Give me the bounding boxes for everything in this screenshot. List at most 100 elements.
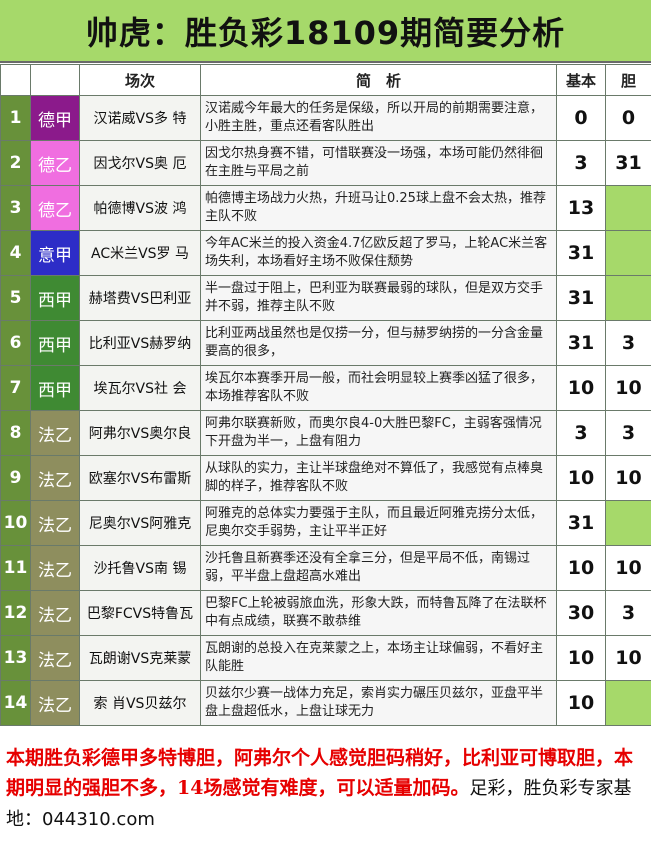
row-number: 9	[0, 455, 31, 501]
match-brief: 半一盘过于阻上，巴利亚为联赛最弱的球队，但是双方交手并不弱，推荐主队不败	[200, 275, 557, 321]
header-number	[0, 64, 31, 96]
row-number: 8	[0, 410, 31, 456]
header-base: 基本	[556, 64, 606, 96]
match-brief: 比利亚两战虽然也是仅捞一分，但与赫罗纳捞的一分含金量要高的很多，	[200, 320, 557, 366]
base-pick: 13	[556, 185, 606, 231]
match-brief: 埃瓦尔本赛季开局一般，而社会明显较上赛季凶猛了很多，本场推荐客队不败	[200, 365, 557, 411]
match-brief: 巴黎FC上轮被弱旅血洗，形象大跌，而特鲁瓦降了在法联杯中有点成绩，联赛不敢恭维	[200, 590, 557, 636]
match-name: 汉诺威VS多 特	[79, 95, 201, 141]
base-pick: 10	[556, 680, 606, 726]
base-pick: 3	[556, 140, 606, 186]
match-name: 欧塞尔VS布雷斯	[79, 455, 201, 501]
table-row: 14 法乙索 肖VS贝兹尔 贝兹尔少赛一战体力充足，索肖实力碾压贝兹尔，亚盘平半盘上…	[0, 680, 651, 726]
footer-summary: 本期胜负彩德甲多特博胆，阿弗尔个人感觉胆码稍好，比利亚可博取胆，本期明显的强胆不…	[0, 740, 651, 846]
league-badge: 法乙	[30, 455, 80, 501]
table-row: 1 德甲 汉诺威VS多 特汉诺威今年最大的任务是保级，所以开局的前期需要注意，小胜主…	[0, 95, 651, 141]
league-badge: 法乙	[30, 590, 80, 636]
match-name: 沙托鲁VS南 锡	[79, 545, 201, 591]
match-brief: 瓦朗谢的总投入在克莱蒙之上，本场主让球偏弱，不看好主队能胜	[200, 635, 557, 681]
row-number: 12	[0, 590, 31, 636]
table-row: 5 西甲 赫塔费VS巴利亚 半一盘过于阻上，巴利亚为联赛最弱的球队，但是双方交手并不弱…	[0, 275, 651, 321]
dan-pick: 3	[605, 410, 651, 456]
row-number: 10	[0, 500, 31, 546]
league-badge: 德乙	[30, 140, 80, 186]
row-number: 7	[0, 365, 31, 411]
match-name: 帕德博VS波 鸿	[79, 185, 201, 231]
row-number: 11	[0, 545, 31, 591]
match-name: 赫塔费VS巴利亚	[79, 275, 201, 321]
league-badge: 法乙	[30, 500, 80, 546]
base-pick: 10	[556, 545, 606, 591]
league-badge: 法乙	[30, 635, 80, 681]
table-row: 4 意甲 AC米兰VS罗 马今年AC米兰的投入资金4.7亿欧反超了罗马，上轮AC米兰…	[0, 230, 651, 276]
dan-pick	[605, 185, 651, 231]
match-name: 巴黎FCVS特鲁瓦	[79, 590, 201, 636]
match-brief: 帕德博主场战力火热，升班马让0.25球上盘不会太热，推荐主队不败	[200, 185, 557, 231]
row-number: 2	[0, 140, 31, 186]
match-name: 比利亚VS赫罗纳	[79, 320, 201, 366]
table-row: 3 德乙 帕德博VS波 鸿帕德博主场战力火热，升班马让0.25球上盘不会太热，推荐主…	[0, 185, 651, 231]
page: 帅虎：胜负彩18109期简要分析 场次 简 析 基本 胆 1 德甲 汉诺威VS多 特…	[0, 0, 651, 846]
match-brief: 今年AC米兰的投入资金4.7亿欧反超了罗马，上轮AC米兰客场失利，本场看好主场不…	[200, 230, 557, 276]
base-pick: 31	[556, 230, 606, 276]
base-pick: 10	[556, 635, 606, 681]
match-name: 因戈尔VS奥 厄	[79, 140, 201, 186]
header-dan: 胆	[605, 64, 651, 96]
dan-pick: 3	[605, 590, 651, 636]
league-badge: 法乙	[30, 680, 80, 726]
base-pick: 31	[556, 275, 606, 321]
table-row: 11 法乙 沙托鲁VS南 锡沙托鲁且新赛季还没有全拿三分，但是平局不低，南锡过弱，平…	[0, 545, 651, 591]
dan-pick	[605, 230, 651, 276]
row-number: 5	[0, 275, 31, 321]
dan-pick	[605, 680, 651, 726]
base-pick: 10	[556, 365, 606, 411]
base-pick: 30	[556, 590, 606, 636]
match-brief: 阿雅克的总体实力要强于主队，而且最近阿雅克捞分太低，尼奥尔交手弱势，主让平半正好	[200, 500, 557, 546]
league-badge: 意甲	[30, 230, 80, 276]
base-pick: 31	[556, 320, 606, 366]
base-pick: 31	[556, 500, 606, 546]
table-row: 9 法乙 欧塞尔VS布雷斯 从球队的实力，主让半球盘绝对不算低了，我感觉有点棒臭脚的样…	[0, 455, 651, 501]
header-brief: 简 析	[200, 64, 557, 96]
match-name: 瓦朗谢VS克莱蒙	[79, 635, 201, 681]
table-row: 8 法乙 阿弗尔VS奥尔良 阿弗尔联赛新败，而奥尔良4-0大胜巴黎FC，主弱客强情况下…	[0, 410, 651, 456]
dan-pick	[605, 275, 651, 321]
dan-pick: 3	[605, 320, 651, 366]
base-pick: 3	[556, 410, 606, 456]
analysis-table: 场次 简 析 基本 胆 1 德甲 汉诺威VS多 特汉诺威今年最大的任务是保级，所以开…	[0, 64, 651, 726]
match-name: 阿弗尔VS奥尔良	[79, 410, 201, 456]
base-pick: 0	[556, 95, 606, 141]
match-brief: 沙托鲁且新赛季还没有全拿三分，但是平局不低，南锡过弱，平半盘上盘超高水难出	[200, 545, 557, 591]
row-number: 14	[0, 680, 31, 726]
match-name: AC米兰VS罗 马	[79, 230, 201, 276]
league-badge: 西甲	[30, 275, 80, 321]
league-badge: 德乙	[30, 185, 80, 231]
page-title: 帅虎：胜负彩18109期简要分析	[0, 0, 651, 63]
header-match: 场次	[79, 64, 201, 96]
dan-pick	[605, 500, 651, 546]
match-name: 埃瓦尔VS社 会	[79, 365, 201, 411]
row-number: 4	[0, 230, 31, 276]
dan-pick: 10	[605, 365, 651, 411]
dan-pick: 10	[605, 545, 651, 591]
table-row: 2 德乙 因戈尔VS奥 厄因戈尔热身赛不错，可惜联赛没一场强，本场可能仍然徘徊在主胜…	[0, 140, 651, 186]
match-name: 索 肖VS贝兹尔	[79, 680, 201, 726]
league-badge: 西甲	[30, 320, 80, 366]
league-badge: 德甲	[30, 95, 80, 141]
row-number: 13	[0, 635, 31, 681]
match-brief: 汉诺威今年最大的任务是保级，所以开局的前期需要注意，小胜主胜，重点还看客队胜出	[200, 95, 557, 141]
table-header-row: 场次 简 析 基本 胆	[0, 64, 651, 96]
dan-pick: 31	[605, 140, 651, 186]
league-badge: 法乙	[30, 410, 80, 456]
match-brief: 阿弗尔联赛新败，而奥尔良4-0大胜巴黎FC，主弱客强情况下开盘为半一，上盘有阻力	[200, 410, 557, 456]
table-row: 12 法乙 巴黎FCVS特鲁瓦 巴黎FC上轮被弱旅血洗，形象大跌，而特鲁瓦降了在法联杯…	[0, 590, 651, 636]
dan-pick: 10	[605, 455, 651, 501]
table-row: 13 法乙 瓦朗谢VS克莱蒙 瓦朗谢的总投入在克莱蒙之上，本场主让球偏弱，不看好主队能…	[0, 635, 651, 681]
row-number: 3	[0, 185, 31, 231]
row-number: 1	[0, 95, 31, 141]
dan-pick: 10	[605, 635, 651, 681]
league-badge: 西甲	[30, 365, 80, 411]
base-pick: 10	[556, 455, 606, 501]
row-number: 6	[0, 320, 31, 366]
table-row: 7 西甲 埃瓦尔VS社 会埃瓦尔本赛季开局一般，而社会明显较上赛季凶猛了很多，本场推…	[0, 365, 651, 411]
